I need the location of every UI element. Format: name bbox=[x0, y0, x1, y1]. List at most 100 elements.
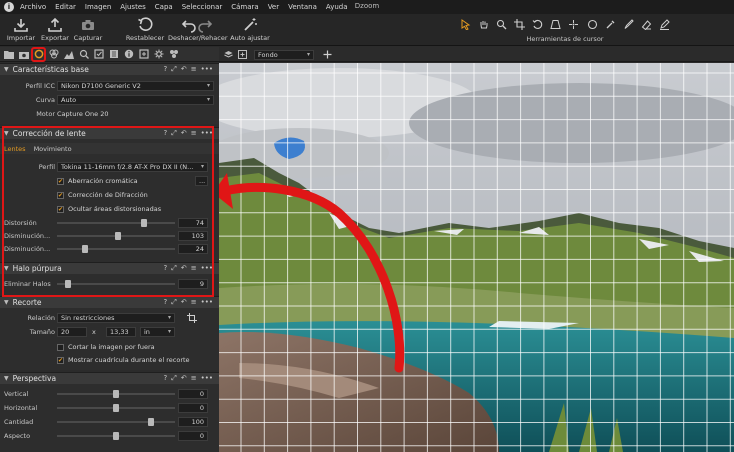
crop-outside-checkbox[interactable]: Cortar la imagen por fuera bbox=[57, 343, 155, 351]
pan-hand-icon[interactable] bbox=[477, 18, 490, 31]
remove-fringe-slider[interactable] bbox=[57, 279, 175, 289]
presets-icon[interactable]: ≡ bbox=[191, 264, 197, 273]
menu-editar[interactable]: Editar bbox=[55, 3, 76, 11]
aspect-value[interactable]: 0 bbox=[178, 431, 208, 441]
picker-icon[interactable] bbox=[604, 18, 617, 31]
menu-ayuda[interactable]: Ayuda bbox=[326, 3, 348, 11]
image-viewer[interactable] bbox=[219, 63, 734, 452]
collapse-chevron-icon[interactable]: ▼ bbox=[4, 375, 9, 382]
amount-slider[interactable] bbox=[57, 417, 175, 427]
reset-tool-icon[interactable]: ↶ bbox=[181, 298, 187, 307]
distortion-value[interactable]: 74 bbox=[178, 218, 208, 228]
more-icon[interactable]: ••• bbox=[201, 298, 213, 307]
auto-adjust-button[interactable]: Auto ajustar bbox=[229, 17, 271, 42]
light-falloff-value[interactable]: 103 bbox=[178, 231, 208, 241]
help-icon[interactable]: ? bbox=[164, 374, 168, 383]
horizontal-slider[interactable] bbox=[57, 403, 175, 413]
more-icon[interactable]: ••• bbox=[201, 264, 213, 273]
help-icon[interactable]: ? bbox=[164, 264, 168, 273]
output-icon[interactable] bbox=[138, 49, 149, 60]
ratio-select[interactable]: Sin restricciones ▾ bbox=[57, 313, 175, 323]
crop-tool-icon[interactable] bbox=[187, 313, 197, 325]
capture-button[interactable]: Capturar bbox=[73, 17, 103, 42]
layer-select[interactable]: Fondo ▾ bbox=[254, 50, 314, 60]
app-info-icon[interactable]: i bbox=[4, 2, 14, 12]
library-folder-icon[interactable] bbox=[3, 49, 14, 60]
export-button[interactable]: Exportar bbox=[40, 17, 70, 42]
settings-gear-icon[interactable] bbox=[153, 49, 164, 60]
panel-header-base[interactable]: ▼ Características base ? ⤢ ↶ ≡ ••• bbox=[0, 63, 219, 75]
light-falloff-slider[interactable] bbox=[57, 231, 175, 241]
menu-archivo[interactable]: Archivo bbox=[20, 3, 46, 11]
lens-tool-icon[interactable] bbox=[31, 46, 46, 62]
reset-tool-icon[interactable]: ↶ bbox=[181, 65, 187, 74]
annotate-pen-icon[interactable] bbox=[658, 18, 671, 31]
presets-icon[interactable]: ≡ bbox=[191, 129, 197, 138]
more-icon[interactable]: ••• bbox=[201, 129, 213, 138]
collapse-chevron-icon[interactable]: ▼ bbox=[4, 66, 9, 73]
copy-apply-icon[interactable]: ⤢ bbox=[171, 65, 177, 74]
horizontal-value[interactable]: 0 bbox=[178, 403, 208, 413]
menu-capa[interactable]: Capa bbox=[155, 3, 173, 11]
menu-camara[interactable]: Cámara bbox=[231, 3, 258, 11]
help-icon[interactable]: ? bbox=[164, 298, 168, 307]
presets-icon[interactable]: ≡ bbox=[191, 374, 197, 383]
metadata-info-icon[interactable] bbox=[123, 49, 134, 60]
vertical-value[interactable]: 0 bbox=[178, 389, 208, 399]
tab-movement[interactable]: Movimiento bbox=[30, 145, 76, 153]
batch-icon[interactable] bbox=[168, 49, 179, 60]
tab-lenses[interactable]: Lentes bbox=[0, 145, 30, 153]
menu-imagen[interactable]: Imagen bbox=[85, 3, 111, 11]
unit-select[interactable]: in ▾ bbox=[140, 327, 175, 337]
layers-stack-icon[interactable] bbox=[224, 50, 233, 59]
panel-header-purple-fringe[interactable]: ▼ Halo púrpura ? ⤢ ↶ ≡ ••• bbox=[0, 262, 219, 274]
zoom-icon[interactable] bbox=[495, 18, 508, 31]
add-layer-icon[interactable] bbox=[238, 50, 247, 59]
vertical-slider[interactable] bbox=[57, 389, 175, 399]
remove-fringe-value[interactable]: 9 bbox=[178, 279, 208, 289]
more-icon[interactable]: ••• bbox=[201, 374, 213, 383]
panel-header-perspective[interactable]: ▼ Perspectiva ? ⤢ ↶ ≡ ••• bbox=[0, 372, 219, 384]
slider-knob[interactable] bbox=[82, 245, 89, 253]
menu-ventana[interactable]: Ventana bbox=[288, 3, 317, 11]
capture-camera-icon[interactable] bbox=[18, 49, 29, 60]
copy-apply-icon[interactable]: ⤢ bbox=[171, 129, 177, 138]
sharpness-falloff-value[interactable]: 24 bbox=[178, 244, 208, 254]
collapse-chevron-icon[interactable]: ▼ bbox=[4, 130, 9, 137]
reset-tool-icon[interactable]: ↶ bbox=[181, 264, 187, 273]
hide-distorted-checkbox[interactable]: ✔ Ocultar áreas distorsionadas bbox=[57, 205, 161, 213]
adjustments-icon[interactable] bbox=[108, 49, 119, 60]
menu-seleccionar[interactable]: Seleccionar bbox=[182, 3, 223, 11]
reset-tool-icon[interactable]: ↶ bbox=[181, 129, 187, 138]
eraser-icon[interactable] bbox=[640, 18, 653, 31]
slider-knob[interactable] bbox=[113, 390, 119, 398]
rotate-icon[interactable] bbox=[531, 18, 544, 31]
aspect-slider[interactable] bbox=[57, 431, 175, 441]
exposure-icon[interactable] bbox=[63, 49, 74, 60]
reset-tool-icon[interactable]: ↶ bbox=[181, 374, 187, 383]
crop-icon[interactable] bbox=[513, 18, 526, 31]
collapse-chevron-icon[interactable]: ▼ bbox=[4, 265, 9, 272]
color-icon[interactable] bbox=[48, 49, 59, 60]
distortion-slider[interactable] bbox=[57, 218, 175, 228]
panel-header-lens[interactable]: ▼ Corrección de lente ? ⤢ ↶ ≡ ••• bbox=[0, 127, 219, 139]
details-icon[interactable] bbox=[78, 49, 89, 60]
sharpness-falloff-slider[interactable] bbox=[57, 244, 175, 254]
help-icon[interactable]: ? bbox=[164, 65, 168, 74]
add-icon[interactable] bbox=[323, 50, 332, 59]
keystone-icon[interactable] bbox=[549, 18, 562, 31]
chromatic-options-button[interactable]: ... bbox=[195, 176, 208, 186]
slider-knob[interactable] bbox=[113, 404, 119, 412]
undo-redo-button[interactable]: Deshacer/Rehacer bbox=[168, 17, 228, 42]
copy-apply-icon[interactable]: ⤢ bbox=[171, 374, 177, 383]
slider-knob[interactable] bbox=[114, 232, 121, 240]
copy-apply-icon[interactable]: ⤢ bbox=[171, 264, 177, 273]
panel-header-crop[interactable]: ▼ Recorte ? ⤢ ↶ ≡ ••• bbox=[0, 296, 219, 308]
presets-icon[interactable]: ≡ bbox=[191, 65, 197, 74]
reset-button[interactable]: Restablecer bbox=[125, 17, 165, 42]
presets-icon[interactable]: ≡ bbox=[191, 298, 197, 307]
select-arrow-icon[interactable] bbox=[459, 18, 472, 31]
copy-apply-icon[interactable]: ⤢ bbox=[171, 298, 177, 307]
curve-select[interactable]: Auto ▾ bbox=[57, 95, 214, 105]
slider-knob[interactable] bbox=[64, 280, 71, 288]
